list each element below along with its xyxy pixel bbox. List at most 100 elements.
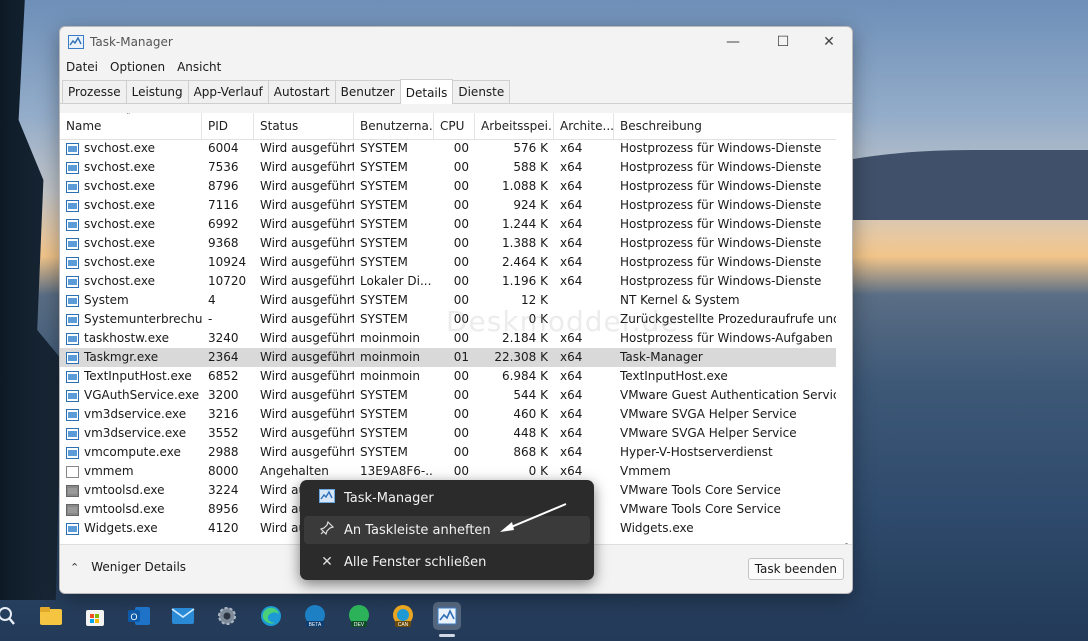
service-icon xyxy=(66,218,79,231)
cell-pid: 10720 xyxy=(208,274,247,288)
context-item-close-all-windows[interactable]: ✕ Alle Fenster schließen xyxy=(304,548,590,576)
menu-ansicht[interactable]: Ansicht xyxy=(171,60,227,74)
column-header-name[interactable]: Name ˄ xyxy=(60,113,202,139)
cell-arch: x64 xyxy=(560,141,583,155)
settings-icon[interactable] xyxy=(213,602,241,630)
column-header-user[interactable]: Benutzerna... xyxy=(354,113,434,139)
search-icon[interactable] xyxy=(0,602,20,630)
table-row[interactable]: svchost.exe 10720 Wird ausgeführt Lokaler D… xyxy=(60,272,836,291)
column-header-description[interactable]: Beschreibung xyxy=(614,113,836,139)
table-row[interactable]: vmmem 8000 Angehalten 13E9A8F6-... 00 0 K x64 V… xyxy=(60,462,836,481)
tab-details[interactable]: Details xyxy=(399,79,454,104)
tab-autostart[interactable]: Autostart xyxy=(267,80,336,103)
cell-status: Wird ausgeführt xyxy=(260,141,354,155)
maximize-button[interactable]: ☐ xyxy=(760,27,806,57)
cell-pid: 2364 xyxy=(208,350,239,364)
column-header-memory[interactable]: Arbeitsspei... xyxy=(475,113,554,139)
cell-name: svchost.exe xyxy=(60,139,202,158)
taskbar: O BETA DEV CAN xyxy=(0,596,1088,641)
cell-desc: VMware SVGA Helper Service xyxy=(620,426,797,440)
table-row[interactable]: VGAuthService.exe 3200 Wird ausgeführt SYST… xyxy=(60,386,836,405)
table-row[interactable]: vm3dservice.exe 3552 Wird ausgeführt SYSTEM… xyxy=(60,424,836,443)
task-manager-taskbar-icon[interactable] xyxy=(433,602,461,630)
cell-user: SYSTEM xyxy=(360,388,408,402)
tab-benutzer[interactable]: Benutzer xyxy=(334,80,401,103)
cell-pid: 3216 xyxy=(208,407,239,421)
cell-arch: x64 xyxy=(560,426,583,440)
table-row[interactable]: vmcompute.exe 2988 Wird ausgeführt SYSTEM 00… xyxy=(60,443,836,462)
cell-name: svchost.exe xyxy=(60,196,202,215)
cell-user: moinmoin xyxy=(360,331,420,345)
cell-arch: x64 xyxy=(560,255,583,269)
cell-pid: 3200 xyxy=(208,388,239,402)
tab-leistung[interactable]: Leistung xyxy=(125,80,189,103)
cell-pid: 3552 xyxy=(208,426,239,440)
vmware-icon xyxy=(66,503,79,516)
process-name: vmtoolsd.exe xyxy=(84,483,165,497)
fewer-details-toggle[interactable]: ⌃ Weniger Details xyxy=(70,560,186,574)
minimize-button[interactable]: — xyxy=(710,27,756,57)
column-header-pid[interactable]: PID xyxy=(202,113,254,139)
cell-name: svchost.exe xyxy=(60,215,202,234)
column-header-cpu[interactable]: CPU xyxy=(434,113,475,139)
table-row[interactable]: svchost.exe 6992 Wird ausgeführt SYSTEM 00 1.… xyxy=(60,215,836,234)
file-explorer-icon[interactable] xyxy=(37,602,65,630)
context-item-label: An Taskleiste anheften xyxy=(344,522,491,538)
cell-cpu: 00 xyxy=(453,274,469,288)
menu-bar: Datei Optionen Ansicht xyxy=(60,57,852,77)
column-header-architecture[interactable]: Archite... xyxy=(554,113,614,139)
cell-arch: x64 xyxy=(560,160,583,174)
tab-dienste[interactable]: Dienste xyxy=(452,80,511,103)
edge-canary-icon[interactable]: CAN xyxy=(389,602,417,630)
end-task-button[interactable]: Task beenden xyxy=(747,558,844,580)
menu-optionen[interactable]: Optionen xyxy=(104,60,171,74)
table-row[interactable]: svchost.exe 10924 Wird ausgeführt SYSTEM 00 2… xyxy=(60,253,836,272)
process-name: Systemunterbrechun... xyxy=(84,312,202,326)
column-header-row: Name ˄ PID Status Benutzerna... CPU Arbe… xyxy=(60,113,836,140)
cell-arch: x64 xyxy=(560,179,583,193)
table-row[interactable]: svchost.exe 6004 Wird ausgeführt SYSTEM 00 57… xyxy=(60,139,836,158)
process-name: taskhostw.exe xyxy=(84,331,169,345)
service-icon xyxy=(66,275,79,288)
cell-status: Wird ausgeführt xyxy=(260,255,354,269)
store-icon[interactable] xyxy=(81,602,109,630)
cell-pid: 10924 xyxy=(208,255,247,269)
cell-pid: 3224 xyxy=(208,483,239,497)
active-app-indicator xyxy=(439,634,455,637)
outlook-icon[interactable]: O xyxy=(125,602,153,630)
close-button[interactable]: ✕ xyxy=(806,27,852,57)
cell-mem: 588 K xyxy=(513,160,548,174)
table-row[interactable]: vm3dservice.exe 3216 Wird ausgeführt SYSTEM… xyxy=(60,405,836,424)
table-row[interactable]: svchost.exe 7116 Wird ausgeführt SYSTEM 00 92… xyxy=(60,196,836,215)
cell-arch: x64 xyxy=(560,236,583,250)
watermark: Deskmodder.de xyxy=(446,305,679,338)
table-row[interactable]: Taskmgr.exe 2364 Wird ausgeführt moinmoin 01… xyxy=(60,348,836,367)
cell-mem: 0 K xyxy=(528,464,548,478)
cell-mem: 1.388 K xyxy=(501,236,548,250)
cell-desc: Hostprozess für Windows-Dienste xyxy=(620,160,822,174)
table-row[interactable]: svchost.exe 8796 Wird ausgeführt SYSTEM 00 1.… xyxy=(60,177,836,196)
menu-datei[interactable]: Datei xyxy=(60,60,104,74)
column-header-status[interactable]: Status xyxy=(254,113,354,139)
edge-dev-icon[interactable]: DEV xyxy=(345,602,373,630)
mail-icon[interactable] xyxy=(169,602,197,630)
cell-desc: Widgets.exe xyxy=(620,521,694,535)
edge-beta-icon[interactable]: BETA xyxy=(301,602,329,630)
cell-user: SYSTEM xyxy=(360,160,408,174)
cell-arch: x64 xyxy=(560,350,583,364)
table-row[interactable]: svchost.exe 9368 Wird ausgeführt SYSTEM 00 1.… xyxy=(60,234,836,253)
table-row[interactable]: svchost.exe 7536 Wird ausgeführt SYSTEM 00 58… xyxy=(60,158,836,177)
tab-app-verlauf[interactable]: App-Verlauf xyxy=(187,80,269,103)
cell-desc: Hostprozess für Windows-Dienste xyxy=(620,179,822,193)
edge-icon[interactable] xyxy=(257,602,285,630)
service-icon xyxy=(66,427,79,440)
tab-prozesse[interactable]: Prozesse xyxy=(62,80,127,103)
cell-mem: 22.308 K xyxy=(494,350,548,364)
service-icon xyxy=(66,446,79,459)
cell-cpu: 00 xyxy=(453,198,469,212)
cell-user: SYSTEM xyxy=(360,217,408,231)
title-bar[interactable]: Task-Manager — ☐ ✕ xyxy=(60,27,852,57)
table-row[interactable]: TextInputHost.exe 6852 Wird ausgeführt moin… xyxy=(60,367,836,386)
process-name: svchost.exe xyxy=(84,198,155,212)
svg-text:O: O xyxy=(130,612,137,622)
